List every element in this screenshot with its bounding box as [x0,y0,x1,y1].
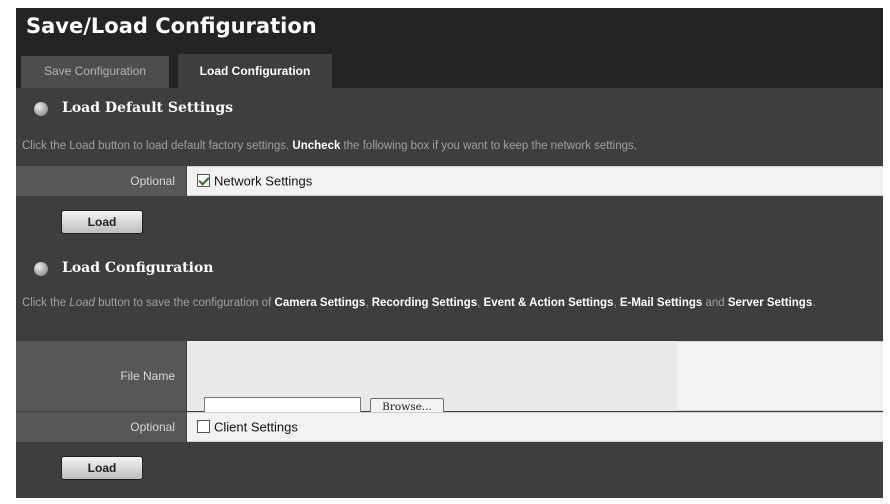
desc-bold-text: Recording Settings [371,297,478,309]
load-default-section-header: Load Default Settings [16,96,883,122]
load-config-section-header: Load Configuration [16,256,883,282]
optional-label: Optional [16,166,186,196]
desc-text: and [702,297,728,309]
network-option-cell: Network Settings [187,166,883,196]
desc-text: button to save the configuration of [94,297,275,309]
load-config-button[interactable]: Load [61,456,143,480]
load-default-button[interactable]: Load [61,210,143,234]
desc-bold-text: Server Settings [727,297,813,309]
load-default-description: Click the Load button to load default fa… [22,138,882,154]
network-settings-label[interactable]: Network Settings [214,174,312,189]
title-bar: Save/Load Configuration [16,8,883,56]
bullet-icon [34,102,48,116]
client-settings-label[interactable]: Client Settings [214,420,298,435]
network-settings-checkbox[interactable] [197,174,210,187]
bullet-icon [34,262,48,276]
desc-bold-text: Camera Settings [274,297,366,309]
tab-save-configuration[interactable]: Save Configuration [21,56,169,88]
client-option-cell: Client Settings [187,412,883,442]
desc-italic-text: Load [69,297,95,309]
desc-bold-text: E-Mail Settings [619,297,703,309]
network-optional-row: Optional Network Settings [16,166,883,196]
client-settings-checkbox[interactable] [197,420,210,433]
config-panel: Save/Load Configuration Save Configurati… [16,8,883,498]
file-name-label: File Name [16,341,186,411]
file-name-row: File Name Browse... [16,341,883,417]
optional-label: Optional [16,412,186,442]
client-optional-row: Optional Client Settings [16,412,883,442]
load-config-title: Load Configuration [62,260,214,276]
tab-load-configuration[interactable]: Load Configuration [178,54,332,88]
desc-bold-text: Event & Action Settings [483,297,614,309]
desc-text: the following box if you want to keep th… [340,140,637,152]
desc-text: Click the [22,297,70,309]
desc-bold-text: Uncheck [292,140,341,152]
page-title: Save/Load Configuration [26,14,317,38]
load-config-description: Click the Load button to save the config… [22,295,882,311]
desc-text: Click the Load button to load default fa… [22,140,293,152]
load-default-title: Load Default Settings [62,100,234,116]
desc-text: . [812,297,816,309]
